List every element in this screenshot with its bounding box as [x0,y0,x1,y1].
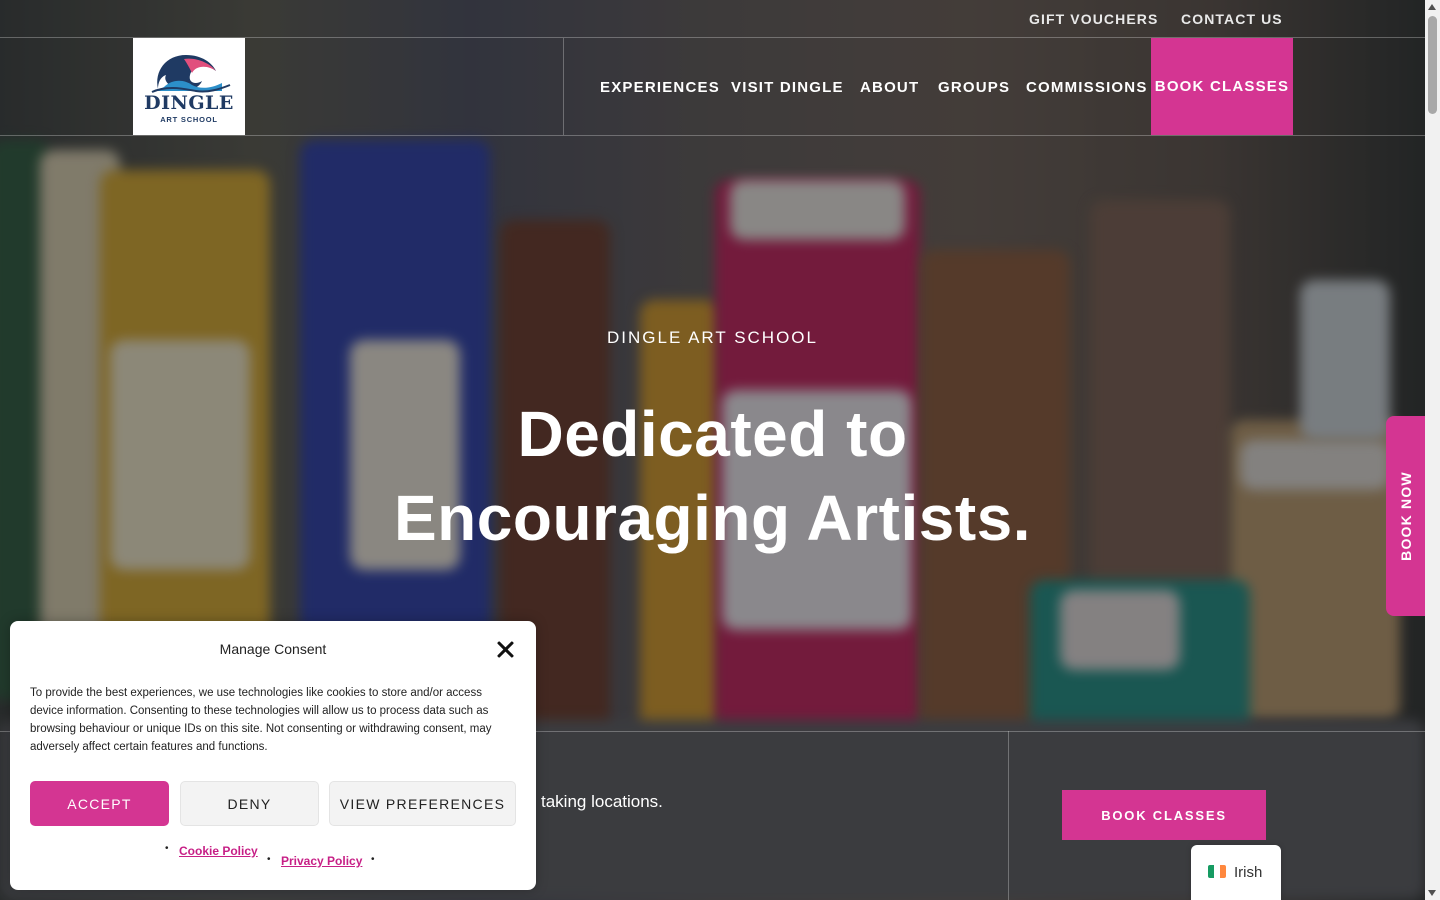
gift-vouchers-link[interactable]: GIFT VOUCHERS [1029,11,1158,27]
accept-button[interactable]: ACCEPT [30,781,169,826]
contact-us-link[interactable]: CONTACT US [1181,11,1283,27]
nav-groups[interactable]: GROUPS [938,79,1010,96]
nav-commissions[interactable]: COMMISSIONS [1026,79,1148,96]
logo-title: DINGLE [144,92,234,114]
consent-dialog: Manage Consent To provide the best exper… [10,621,536,890]
privacy-policy-link[interactable]: Privacy Policy [281,854,362,868]
main-header: DINGLE ART SCHOOL EXPERIENCES VISIT DING… [0,38,1425,136]
scrollbar-thumb[interactable] [1428,16,1437,114]
bullet: • [267,854,271,865]
close-icon[interactable] [496,640,516,660]
bullet: • [371,854,375,865]
deny-button[interactable]: DENY [180,781,319,826]
wave-icon [151,55,231,93]
band-text: taking locations. [541,792,663,811]
scroll-up-arrow-icon[interactable] [1428,4,1436,10]
language-switcher[interactable]: Irish [1191,845,1281,900]
view-preferences-button[interactable]: VIEW PREFERENCES [329,781,516,826]
header-divider [563,38,564,135]
ireland-flag-icon [1208,865,1226,878]
band-book-classes-button[interactable]: BOOK CLASSES [1062,790,1266,840]
consent-body: To provide the best experiences, we use … [30,687,492,753]
nav-book-classes-button[interactable]: BOOK CLASSES [1151,38,1293,135]
hero-eyebrow: DINGLE ART SCHOOL [607,328,818,347]
page-scrollbar[interactable] [1425,0,1440,900]
bullet: • [165,843,169,854]
book-now-side-tab[interactable]: BOOK NOW [1386,416,1426,616]
hero-title-line-1: Dedicated to [517,398,908,470]
hero-title: Dedicated to Encouraging Artists. [0,392,1425,560]
cookie-policy-link[interactable]: Cookie Policy [179,844,258,858]
nav-experiences[interactable]: EXPERIENCES [600,79,720,96]
nav-about[interactable]: ABOUT [860,79,919,96]
utility-bar: GIFT VOUCHERS CONTACT US [0,0,1425,38]
hero-title-line-2: Encouraging Artists. [393,482,1032,554]
logo-subtitle: ART SCHOOL [160,115,218,124]
nav-visit-dingle[interactable]: VISIT DINGLE [731,79,844,96]
language-label: Irish [1234,864,1263,881]
book-now-label: BOOK NOW [1398,471,1414,561]
consent-title: Manage Consent [219,641,327,657]
band-divider-vertical [1008,731,1009,900]
scroll-down-arrow-icon[interactable] [1428,890,1436,896]
site-logo[interactable]: DINGLE ART SCHOOL [133,38,245,135]
